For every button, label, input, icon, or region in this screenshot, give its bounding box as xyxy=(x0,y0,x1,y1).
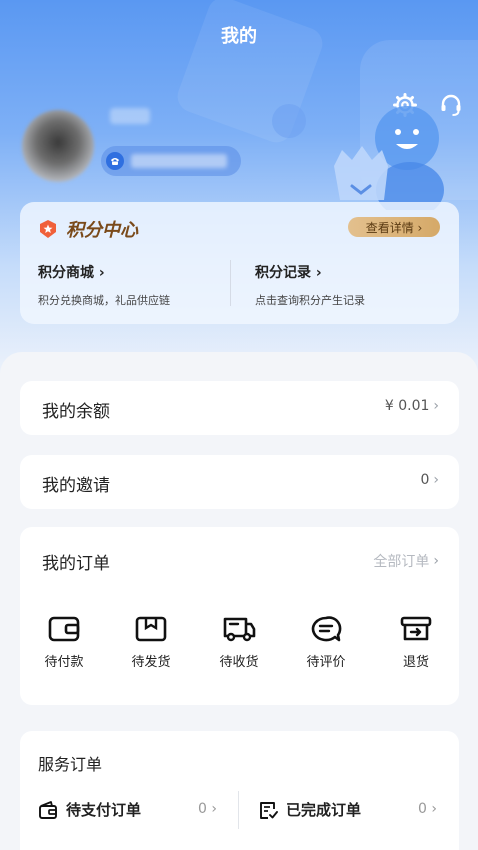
service-item-label: 待支付订单 xyxy=(66,801,142,819)
chevron-right-icon: › xyxy=(433,472,439,488)
chevron-right-icon: › xyxy=(433,553,439,569)
return-box-icon xyxy=(400,616,432,641)
invite-value-group: 0 › xyxy=(420,472,439,488)
order-pending-receipt[interactable]: 待收货 xyxy=(209,615,269,670)
avatar[interactable] xyxy=(22,110,94,182)
order-pending-payment[interactable]: 待付款 xyxy=(34,615,94,670)
points-record-link[interactable]: 积分记录 › 点击查询积分产生记录 xyxy=(255,262,365,308)
phone-icon xyxy=(106,152,124,170)
service-pending-payment[interactable]: 待支付订单 xyxy=(38,799,141,820)
all-orders-link[interactable]: 全部订单 › xyxy=(373,551,439,571)
mascot-illustration xyxy=(334,106,444,210)
order-pending-review[interactable]: 待评价 xyxy=(296,615,356,670)
points-center-card: 积分中心 查看详情 › 积分商城 › 积分兑换商城，礼品供应链 积分记录 › 点… xyxy=(20,202,459,324)
all-orders-label: 全部订单 xyxy=(373,554,430,570)
service-completed[interactable]: 已完成订单 xyxy=(258,799,361,820)
order-item-label: 待付款 xyxy=(44,655,84,670)
comment-icon xyxy=(311,616,342,642)
page-title: 我的 xyxy=(221,26,257,47)
balance-value: ¥ 0.01 xyxy=(384,398,430,414)
checked-doc-icon xyxy=(260,801,278,819)
order-pending-shipment[interactable]: 待发货 xyxy=(121,615,181,670)
order-item-label: 待收货 xyxy=(219,655,259,670)
balance-label: 我的余额 xyxy=(42,402,110,422)
chevron-right-icon: › xyxy=(433,398,439,414)
wallet-icon xyxy=(48,616,80,642)
service-count: 0 xyxy=(418,801,427,817)
phone-number-masked xyxy=(131,154,227,168)
package-icon xyxy=(135,616,167,642)
invite-label: 我的邀请 xyxy=(42,476,110,496)
invite-row[interactable]: 我的邀请 0 › xyxy=(20,455,459,509)
wallet-icon xyxy=(39,800,57,819)
invite-value: 0 xyxy=(420,472,430,488)
service-orders-title: 服务订单 xyxy=(38,755,103,774)
decor-bubble xyxy=(272,104,306,138)
service-count-group: 0 › xyxy=(198,801,217,817)
order-item-label: 退货 xyxy=(402,655,429,670)
points-center-title: 积分中心 xyxy=(66,220,138,241)
chevron-right-icon: › xyxy=(431,801,437,817)
divider xyxy=(238,791,239,829)
order-item-label: 待发货 xyxy=(131,655,171,670)
order-item-label: 待评价 xyxy=(306,655,346,670)
chevron-right-icon: › xyxy=(211,801,217,817)
balance-value-group: ¥ 0.01 › xyxy=(385,398,439,414)
truck-icon xyxy=(223,617,256,642)
order-returns[interactable]: 退货 xyxy=(386,615,446,670)
service-count: 0 xyxy=(198,801,207,817)
points-center-header: 积分中心 xyxy=(38,216,138,242)
service-count-group: 0 › xyxy=(418,801,437,817)
my-orders-card: 我的订单 全部订单 › 待付款 待发货 待收货 待评价 退货 xyxy=(20,527,459,705)
service-item-label: 已完成订单 xyxy=(286,801,362,819)
points-record-subtitle: 点击查询积分产生记录 xyxy=(255,294,365,307)
points-mall-title: 积分商城 › xyxy=(38,265,105,281)
points-mall-link[interactable]: 积分商城 › 积分兑换商城，礼品供应链 xyxy=(38,262,170,308)
balance-row[interactable]: 我的余额 ¥ 0.01 › xyxy=(20,381,459,435)
points-mall-subtitle: 积分兑换商城，礼品供应链 xyxy=(38,294,170,307)
service-orders-card: 服务订单 待支付订单 0 › 已完成订单 0 › xyxy=(20,731,459,850)
divider xyxy=(230,260,231,306)
view-details-button[interactable]: 查看详情 › xyxy=(348,217,440,237)
username-masked xyxy=(110,108,150,124)
phone-number-pill xyxy=(101,146,241,176)
orders-title: 我的订单 xyxy=(42,554,110,574)
points-record-title: 积分记录 › xyxy=(255,265,322,281)
points-star-icon xyxy=(40,220,56,238)
